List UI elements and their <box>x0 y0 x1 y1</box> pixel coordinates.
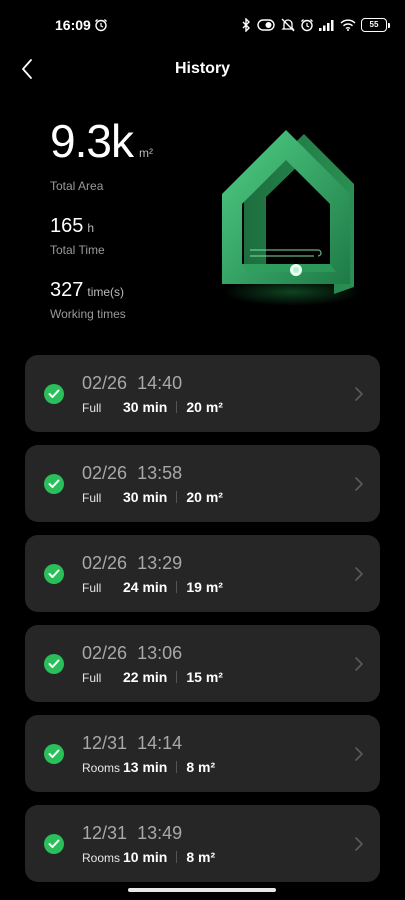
history-details: Full 30 min 20 m² <box>82 489 223 505</box>
history-mode: Rooms <box>82 851 121 865</box>
history-date: 02/26 <box>82 553 128 573</box>
total-time-label: Total Time <box>50 243 105 257</box>
history-time: 14:14 <box>137 733 183 753</box>
history-card[interactable]: 02/26 13:29 Full 24 min 19 m² <box>25 535 380 612</box>
battery-level: 55 <box>369 20 379 29</box>
history-area: 19 m² <box>186 579 223 595</box>
history-date: 12/31 <box>82 733 128 753</box>
history-mode: Full <box>82 401 102 415</box>
divider <box>176 671 178 683</box>
check-circle-icon <box>44 474 64 494</box>
history-details: Full 24 min 19 m² <box>82 579 223 595</box>
history-area: 15 m² <box>186 669 223 685</box>
chevron-right-icon <box>355 477 363 491</box>
total-time-unit: h <box>87 221 95 235</box>
history-details: Full 22 min 15 m² <box>82 669 223 685</box>
alarm-icon <box>95 19 107 32</box>
history-duration: 10 min <box>123 849 168 865</box>
total-area-value-row: 9.3k m² <box>50 118 153 164</box>
divider <box>176 761 178 773</box>
check-circle-icon <box>44 654 64 674</box>
history-area: 8 m² <box>186 849 216 865</box>
alarm-icon <box>301 19 313 32</box>
history-mode: Full <box>82 581 102 595</box>
battery-icon: 55 <box>361 18 390 32</box>
history-card[interactable]: 02/26 14:40 Full 30 min 20 m² <box>25 355 380 432</box>
history-details: Full 30 min 20 m² <box>82 399 223 415</box>
page-title: History <box>174 60 231 77</box>
history-card[interactable]: 02/26 13:58 Full 30 min 20 m² <box>25 445 380 522</box>
working-times-value-row: 327 time(s) <box>50 280 124 301</box>
status-bar: 16:09 55 <box>0 0 405 52</box>
chevron-right-icon <box>355 387 363 401</box>
mute-icon <box>281 18 295 32</box>
divider <box>176 851 178 863</box>
history-time: 13:49 <box>137 823 183 843</box>
check-circle-icon <box>44 744 64 764</box>
working-times-value: 327 <box>50 279 84 301</box>
house-illustration <box>222 130 362 306</box>
divider <box>176 401 178 413</box>
check-circle-icon <box>44 564 64 584</box>
history-card[interactable]: 02/26 13:06 Full 22 min 15 m² <box>25 625 380 702</box>
history-duration: 22 min <box>123 669 168 685</box>
history-datetime: 02/26 13:06 <box>82 643 182 664</box>
signal-icon <box>319 20 334 31</box>
history-date: 12/31 <box>82 823 128 843</box>
history-area: 8 m² <box>186 759 216 775</box>
history-mode: Rooms <box>82 761 121 775</box>
history-datetime: 02/26 14:40 <box>82 373 182 394</box>
history-details: Rooms 13 min 8 m² <box>82 759 215 775</box>
chevron-right-icon <box>355 657 363 671</box>
check-circle-icon <box>44 384 64 404</box>
history-mode: Full <box>82 671 102 685</box>
history-date: 02/26 <box>82 373 128 393</box>
total-area-value: 9.3k <box>50 115 134 167</box>
history-card[interactable]: 12/31 14:14 Rooms 13 min 8 m² <box>25 715 380 792</box>
wifi-icon <box>340 19 356 31</box>
history-duration: 24 min <box>123 579 168 595</box>
total-area-label: Total Area <box>50 179 104 193</box>
divider <box>176 491 178 503</box>
total-time-value: 165 <box>50 215 84 237</box>
total-area-unit: m² <box>138 146 153 160</box>
history-datetime: 12/31 14:14 <box>82 733 182 754</box>
bluetooth-icon <box>242 18 250 32</box>
history-area: 20 m² <box>186 399 223 415</box>
history-card[interactable]: 12/31 13:49 Rooms 10 min 8 m² <box>25 805 380 882</box>
chevron-right-icon <box>355 567 363 581</box>
header: History <box>0 52 405 88</box>
history-time: 14:40 <box>137 373 183 393</box>
check-circle-icon <box>44 834 64 854</box>
history-date: 02/26 <box>82 463 128 483</box>
history-time: 13:58 <box>137 463 183 483</box>
history-datetime: 02/26 13:58 <box>82 463 182 484</box>
working-times-label: Working times <box>50 307 126 321</box>
history-duration: 13 min <box>123 759 168 775</box>
history-datetime: 12/31 13:49 <box>82 823 182 844</box>
divider <box>176 581 178 593</box>
history-mode: Full <box>82 491 102 505</box>
history-duration: 30 min <box>123 489 168 505</box>
chevron-right-icon <box>355 747 363 761</box>
working-times-unit: time(s) <box>87 285 125 299</box>
history-time: 13:29 <box>137 553 183 573</box>
total-time-value-row: 165 h <box>50 216 94 237</box>
home-indicator[interactable] <box>128 888 276 892</box>
history-datetime: 02/26 13:29 <box>82 553 182 574</box>
status-time: 16:09 <box>55 17 91 33</box>
history-area: 20 m² <box>186 489 223 505</box>
vibrate-icon <box>257 19 275 31</box>
history-details: Rooms 10 min 8 m² <box>82 849 215 865</box>
history-duration: 30 min <box>123 399 168 415</box>
status-icons: 55 <box>241 16 390 34</box>
history-time: 13:06 <box>137 643 183 663</box>
chevron-right-icon <box>355 837 363 851</box>
history-date: 02/26 <box>82 643 128 663</box>
